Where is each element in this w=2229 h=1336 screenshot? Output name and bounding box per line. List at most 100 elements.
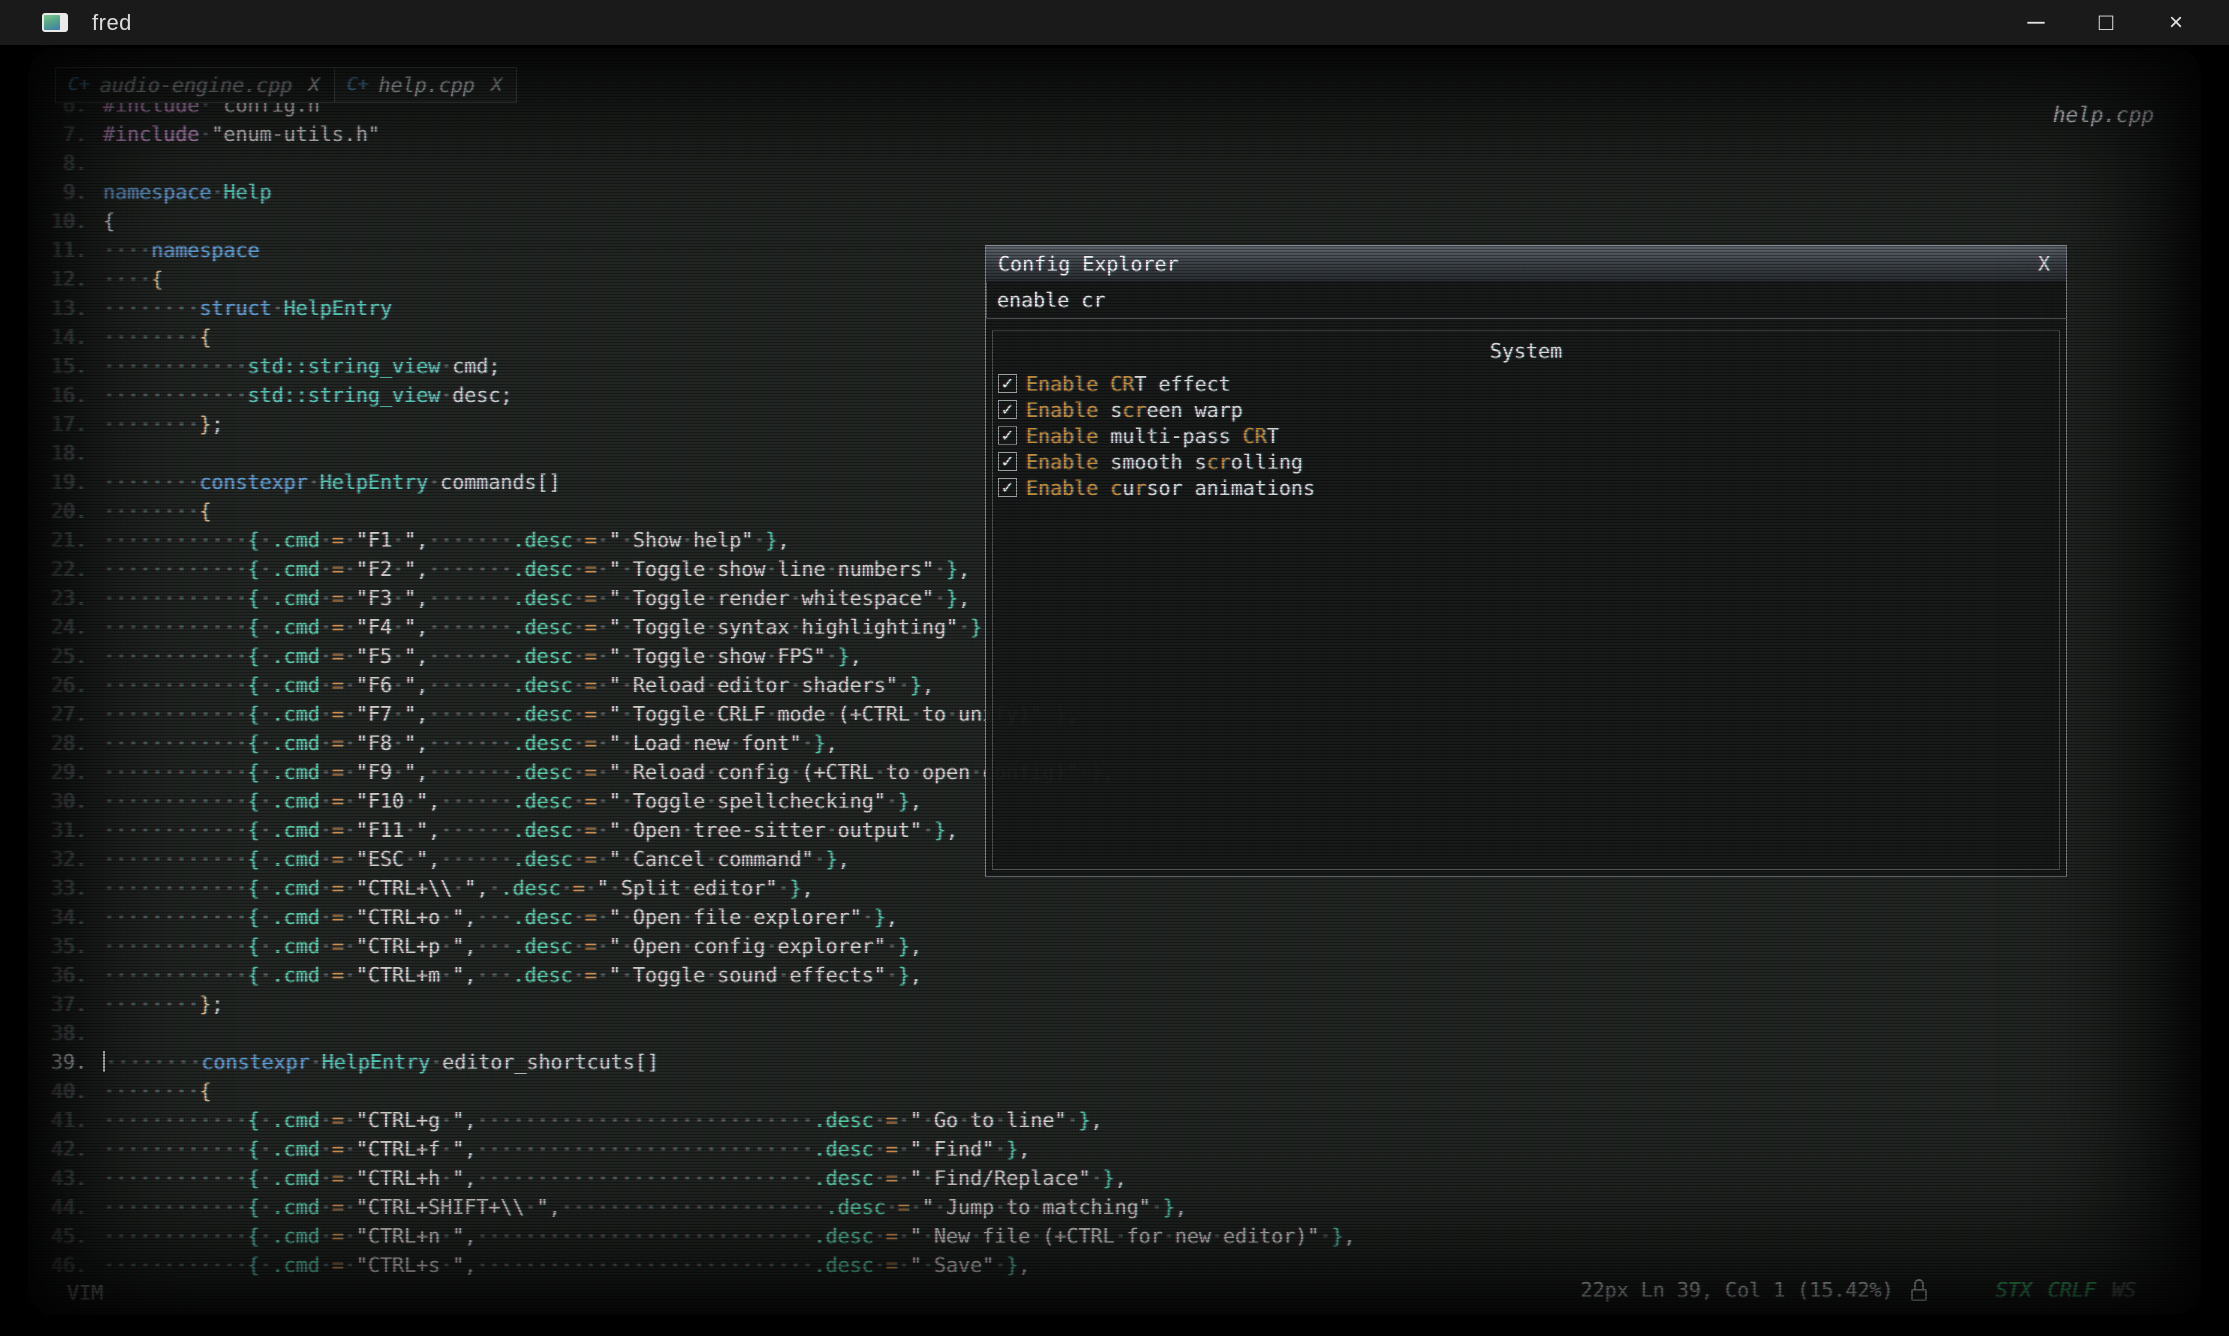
line-number: 29. xyxy=(39,758,87,787)
whitespace-dots: · xyxy=(886,789,898,813)
config-item[interactable]: ✓Enable screen warp xyxy=(993,397,2059,422)
popup-close-button[interactable]: X xyxy=(2038,252,2050,276)
whitespace-dots: ········ xyxy=(103,470,199,494)
checkbox[interactable]: ✓ xyxy=(998,452,1017,471)
code-token: .desc xyxy=(512,818,572,842)
config-search-input[interactable]: enable cr xyxy=(986,282,2066,319)
code-token: , xyxy=(416,760,428,784)
config-item[interactable]: ✓Enable CRT effect xyxy=(993,371,2059,396)
whitespace-dots: · xyxy=(260,905,272,929)
config-item[interactable]: ✓Enable multi-pass CRT xyxy=(993,423,2059,448)
code-token: } xyxy=(814,731,826,755)
whitespace-dots: · xyxy=(898,1137,910,1161)
editor-screen[interactable]: 6.#include·"config.h"7.#include·"enum-ut… xyxy=(25,45,2204,1318)
whitespace-dots: · xyxy=(681,528,693,552)
whitespace-dots: · xyxy=(910,1195,922,1219)
whitespace-dots: · xyxy=(898,1108,910,1132)
config-item[interactable]: ✓Enable cursor animations xyxy=(993,475,2059,500)
tab-audio-engine.cpp[interactable]: C+audio-engine.cppX xyxy=(55,67,335,103)
whitespace-dots: · xyxy=(344,876,356,900)
code-token: "ESC xyxy=(356,847,404,871)
code-token: "F8 xyxy=(356,731,392,755)
code-token: { xyxy=(248,760,260,784)
code-token: explorer" xyxy=(753,905,861,929)
whitespace-dots: · xyxy=(320,673,332,697)
checkmark-icon: ✓ xyxy=(1001,376,1014,392)
code-token: } xyxy=(898,934,910,958)
config-category-header: System xyxy=(993,339,2059,363)
whitespace-dots: · xyxy=(452,876,464,900)
whitespace-dots: · xyxy=(573,586,585,610)
code-token: { xyxy=(248,1253,260,1277)
whitespace-dots: ············ xyxy=(103,557,248,581)
maximize-button[interactable]: □ xyxy=(2071,0,2141,45)
code-token: ; xyxy=(211,412,223,436)
code-token: .cmd xyxy=(272,1166,320,1190)
code-token: { xyxy=(248,586,260,610)
code-token: = xyxy=(332,615,344,639)
label-part: r xyxy=(1134,476,1146,500)
code-token: .desc xyxy=(500,876,560,900)
code-token: { xyxy=(248,789,260,813)
whitespace-dots: · xyxy=(573,818,585,842)
whitespace-dots: · xyxy=(597,789,609,813)
whitespace-dots: · xyxy=(573,557,585,581)
checkbox[interactable]: ✓ xyxy=(998,374,1017,393)
line-number: 31. xyxy=(39,816,87,845)
checkbox[interactable]: ✓ xyxy=(998,400,1017,419)
code-token: = xyxy=(332,673,344,697)
label-part: s xyxy=(1098,398,1122,422)
checkbox[interactable]: ✓ xyxy=(998,478,1017,497)
code-token: = xyxy=(585,963,597,987)
code-token: .desc xyxy=(512,789,572,813)
line-number: 32. xyxy=(39,845,87,874)
tab-close-icon[interactable]: X xyxy=(308,74,319,96)
label-part xyxy=(1098,372,1110,396)
minimize-button[interactable]: ─ xyxy=(2001,0,2071,45)
code-token: Toggle xyxy=(633,702,705,726)
whitespace-dots: · xyxy=(573,644,585,668)
code-token: "F5 xyxy=(356,644,392,668)
code-token: " xyxy=(609,818,621,842)
code-line: 33.············{·.cmd·=·"CTRL+\\·",·.des… xyxy=(39,874,1355,903)
config-item[interactable]: ✓Enable smooth scrolling xyxy=(993,449,2059,474)
code-token: { xyxy=(248,818,260,842)
whitespace-dots: ············ xyxy=(103,702,248,726)
tab-close-icon[interactable]: X xyxy=(491,74,502,96)
whitespace-dots: · xyxy=(621,528,633,552)
whitespace-dots: · xyxy=(765,644,777,668)
whitespace-dots: · xyxy=(621,731,633,755)
code-token: .desc xyxy=(512,644,572,668)
code-token: .desc xyxy=(512,847,572,871)
code-token: std::string_view xyxy=(248,383,441,407)
code-token: " xyxy=(597,876,609,900)
whitespace-dots: · xyxy=(344,1253,356,1277)
code-token: } xyxy=(1006,1253,1018,1277)
checkbox[interactable]: ✓ xyxy=(998,426,1017,445)
whitespace-dots: · xyxy=(488,876,500,900)
code-token: } xyxy=(765,528,777,552)
line-number: 9. xyxy=(39,178,87,207)
code-token: , xyxy=(549,1195,561,1219)
code-token: = xyxy=(332,1166,344,1190)
whitespace-dots: · xyxy=(777,876,789,900)
status-flag-crlf: CRLF xyxy=(2048,1278,2096,1302)
code-token: " xyxy=(609,963,621,987)
tab-help.cpp[interactable]: C+help.cppX xyxy=(334,67,517,103)
code-token: = xyxy=(886,1253,898,1277)
code-token: = xyxy=(332,789,344,813)
close-button[interactable]: × xyxy=(2141,0,2211,45)
whitespace-dots: ············ xyxy=(103,1195,248,1219)
whitespace-dots: ············ xyxy=(103,383,248,407)
code-token: { xyxy=(199,499,211,523)
code-token: } xyxy=(826,847,838,871)
code-token: constexpr xyxy=(201,1050,309,1074)
code-token: "F3 xyxy=(356,586,392,610)
code-token: .cmd xyxy=(272,644,320,668)
whitespace-dots: · xyxy=(260,1166,272,1190)
whitespace-dots: ······· xyxy=(428,760,512,784)
code-token: .cmd xyxy=(272,1224,320,1248)
whitespace-dots: · xyxy=(260,1137,272,1161)
code-token: .desc xyxy=(512,528,572,552)
code-token: HelpEntry xyxy=(320,470,428,494)
